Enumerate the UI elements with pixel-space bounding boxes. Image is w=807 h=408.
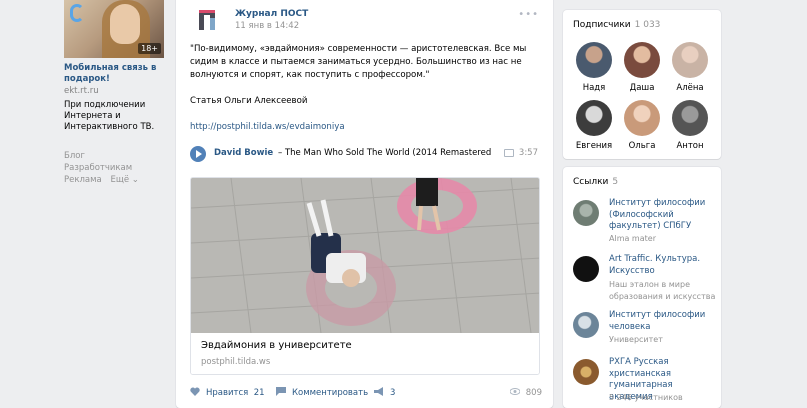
avatar[interactable] [672, 42, 708, 78]
eye-icon [509, 388, 520, 395]
subscriber-item[interactable]: Алёна [668, 42, 712, 93]
audio-track[interactable]: David Bowie – The Man Who Sold The World… [190, 145, 542, 163]
post-actions: Нравится 21 Комментировать 3 809 [190, 383, 542, 401]
ad-domain: ekt.rt.ru [64, 86, 99, 96]
views-count: 809 [525, 388, 542, 398]
snippet-domain: postphil.tilda.ws [201, 357, 271, 367]
heart-icon [190, 387, 200, 396]
avatar[interactable] [576, 100, 612, 136]
post-link[interactable]: http://postphil.tilda.ws/evdaimoniya [190, 122, 345, 132]
post-date[interactable]: 11 янв в 14:42 [235, 21, 299, 31]
subscriber-item[interactable]: Даша [620, 42, 664, 93]
subscribers-block: Подписчики 1 033 Надя Даша Алёна Евгения … [563, 10, 721, 159]
link-description: Наш эталон в мире образования и искусств… [609, 280, 716, 301]
footer-links: Блог Разработчикам Реклама Ещё ⌄ [64, 150, 164, 186]
links-title: Ссылки [573, 177, 609, 187]
ad-image[interactable]: 18+ [64, 0, 164, 58]
play-icon[interactable] [190, 146, 206, 162]
audio-duration: 3:57 [518, 148, 538, 158]
post-author-avatar[interactable] [197, 8, 217, 32]
comment-icon [276, 387, 286, 396]
subscriber-name[interactable]: Алёна [668, 83, 712, 93]
links-count: 5 [612, 177, 619, 187]
age-badge: 18+ [138, 43, 161, 54]
subscribers-count: 1 033 [634, 20, 661, 30]
subscriber-item[interactable]: Надя [572, 42, 616, 93]
like-count: 21 [253, 388, 265, 398]
share-icon [374, 387, 383, 396]
subscribers-title: Подписчики [573, 20, 631, 30]
share-count: 3 [390, 388, 396, 398]
like-button[interactable]: Нравится 21 [190, 387, 265, 398]
more-options-icon[interactable]: ••• [518, 9, 539, 20]
footer-link-blog[interactable]: Блог [64, 151, 85, 161]
subscriber-name[interactable]: Надя [572, 83, 616, 93]
avatar[interactable] [624, 100, 660, 136]
subscriber-item[interactable]: Антон [668, 100, 712, 151]
rostelecom-logo-icon [70, 4, 84, 22]
post-byline: Статья Ольги Алексеевой [190, 96, 308, 106]
subscriber-name[interactable]: Антон [668, 141, 712, 151]
link-title[interactable]: Art Traffic. Культура. Искусство [609, 254, 719, 277]
avatar[interactable] [573, 256, 599, 282]
avatar[interactable] [573, 312, 599, 338]
post-quote: "По-видимому, «эвдаймония» современности… [190, 44, 527, 80]
snippet-title[interactable]: Эвдаймония в университете [201, 340, 352, 351]
comment-label: Комментировать [292, 388, 369, 398]
wall-post: Журнал ПОСТ 11 янв в 14:42 ••• "По-видим… [176, 0, 553, 408]
avatar[interactable] [672, 100, 708, 136]
ad-block[interactable]: 18+ Мобильная связь в подарок! ekt.rt.ru… [64, 0, 164, 186]
footer-link-ads[interactable]: Реклама [64, 175, 102, 185]
post-author-name[interactable]: Журнал ПОСТ [235, 9, 308, 19]
comment-button[interactable]: Комментировать [276, 387, 368, 398]
subscriber-name[interactable]: Евгения [572, 141, 616, 151]
snippet-caption[interactable]: Эвдаймония в университете postphil.tilda… [191, 333, 539, 374]
post-text: "По-видимому, «эвдаймония» современности… [190, 43, 542, 147]
like-label: Нравится [206, 388, 249, 398]
link-description: Университет [609, 335, 663, 344]
ad-description: При подключении Интернета и Интерактивно… [64, 100, 155, 132]
ad-photo-face [110, 4, 140, 44]
link-title[interactable]: Институт философии (Философский факульте… [609, 198, 719, 233]
subscriber-item[interactable]: Евгения [572, 100, 616, 151]
link-snippet[interactable]: Эвдаймония в университете postphil.tilda… [190, 177, 540, 375]
links-header[interactable]: Ссылки 5 [573, 177, 618, 187]
link-description: Alma mater [609, 234, 656, 243]
avatar[interactable] [576, 42, 612, 78]
footer-link-developers[interactable]: Разработчикам [64, 163, 132, 173]
share-button[interactable]: 3 [374, 387, 395, 398]
link-description: 5 246 участников [609, 393, 683, 402]
audio-artist[interactable]: David Bowie [214, 148, 273, 158]
snippet-image[interactable] [191, 178, 540, 333]
audio-lyrics-icon[interactable] [504, 149, 514, 157]
link-title[interactable]: Институт философии человека [609, 310, 719, 333]
subscriber-name[interactable]: Даша [620, 83, 664, 93]
subscribers-header[interactable]: Подписчики 1 033 [573, 20, 660, 30]
avatar[interactable] [573, 359, 599, 385]
ad-title[interactable]: Мобильная связь в подарок! [64, 63, 164, 85]
links-block: Ссылки 5 Институт философии (Философский … [563, 167, 721, 408]
footer-link-more[interactable]: Ещё ⌄ [110, 175, 138, 185]
audio-title: – The Man Who Sold The World (2014 Remas… [278, 148, 493, 158]
subscriber-name[interactable]: Ольга [620, 141, 664, 151]
avatar[interactable] [573, 200, 599, 226]
subscriber-item[interactable]: Ольга [620, 100, 664, 151]
views-counter: 809 [509, 387, 542, 398]
avatar[interactable] [624, 42, 660, 78]
